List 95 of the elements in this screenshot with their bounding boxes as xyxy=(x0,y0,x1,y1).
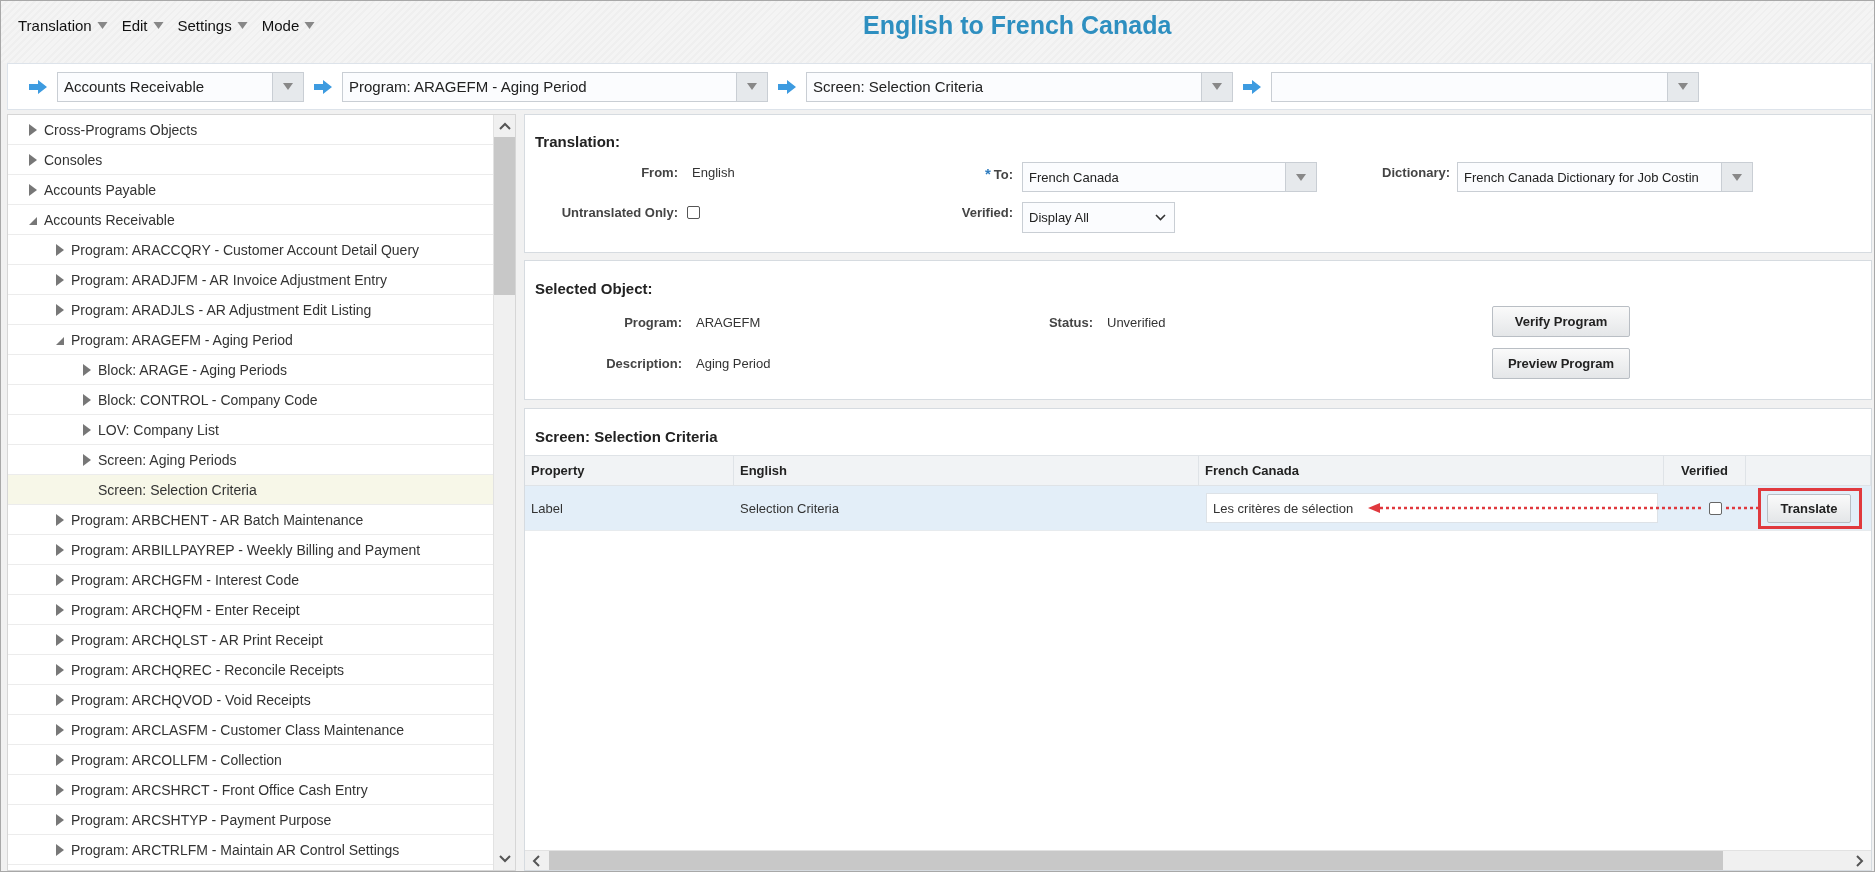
menu-item[interactable]: Translation xyxy=(18,17,108,34)
dropdown-button[interactable] xyxy=(1667,72,1698,101)
dropdown-field[interactable]: Accounts Receivable xyxy=(57,71,304,102)
tree-item[interactable]: Program: ARCLASFM - Customer Class Maintenance xyxy=(8,715,493,745)
tree-item[interactable]: LOV: Company List xyxy=(8,415,493,445)
leader-line xyxy=(1726,506,1758,510)
section-title: Selected Object: xyxy=(535,280,654,297)
tree-item[interactable]: Program: ARACCQRY - Customer Account Detail Query xyxy=(8,235,493,265)
dropdown-button[interactable] xyxy=(736,72,767,101)
tree-item[interactable]: Program: ARCHQVOD - Void Receipts xyxy=(8,685,493,715)
scroll-up-icon xyxy=(498,122,511,130)
scrollbar[interactable] xyxy=(493,115,515,870)
table-row[interactable]: Label Selection Criteria Les critères de sélection Translate xyxy=(525,486,1871,531)
menu-item[interactable]: Settings xyxy=(177,17,248,34)
dropdown-button[interactable] xyxy=(1721,163,1752,191)
caret-icon xyxy=(152,22,164,29)
section-title: Screen: Selection Criteria xyxy=(534,428,719,445)
field-label: From: xyxy=(640,164,678,182)
tree-item[interactable]: Program: ARCTRLFM - Maintain AR Control Settings xyxy=(8,835,493,865)
dropdown-field[interactable]: French Canada xyxy=(1022,162,1317,192)
tree-item[interactable]: Program: ARCSHRCT - Front Office Cash Entry xyxy=(8,775,493,805)
caret-icon xyxy=(1296,173,1306,181)
checkbox[interactable] xyxy=(1708,501,1722,515)
caret-icon xyxy=(96,22,108,29)
field-label: Untranslated Only: xyxy=(560,204,678,222)
tree-item[interactable]: Program: ARCHQLST - AR Print Receipt xyxy=(8,625,493,655)
field-label: Program: xyxy=(623,314,682,332)
scroll-thumb[interactable] xyxy=(549,851,1723,870)
tree-item[interactable]: Accounts Payable xyxy=(8,175,493,205)
caret-icon xyxy=(304,22,316,29)
scrollbar[interactable] xyxy=(525,850,1871,870)
field-label: Status: xyxy=(1047,314,1093,332)
scroll-down-icon xyxy=(498,855,511,863)
action-button[interactable]: Verify Program xyxy=(1492,306,1630,337)
tree-item[interactable]: Program: ARBILLPAYREP - Weekly Billing and Payment xyxy=(8,535,493,565)
translate-button[interactable]: Translate xyxy=(1767,493,1851,523)
column-header: Property xyxy=(525,456,734,485)
tree-item[interactable]: Consoles xyxy=(8,145,493,175)
field-label: Dictionary: xyxy=(1381,164,1450,182)
field-value: ARAGEFM xyxy=(695,314,762,332)
field-value: English xyxy=(691,164,736,182)
field-value: Aging Period xyxy=(695,355,772,373)
action-button[interactable]: Preview Program xyxy=(1492,348,1630,379)
tree-item[interactable]: Program: ARCHQREC - Reconcile Receipts xyxy=(8,655,493,685)
caret-icon xyxy=(1732,173,1742,181)
menu-item[interactable]: Edit xyxy=(121,17,164,34)
required-marker: * xyxy=(984,165,991,182)
scroll-thumb[interactable] xyxy=(494,137,515,295)
arrow-icon xyxy=(29,79,47,94)
tree-item[interactable]: Program: ARBCHENT - AR Batch Maintenance xyxy=(8,505,493,535)
caret-icon xyxy=(1678,83,1688,90)
tree-item[interactable]: Program: ARCOLLFM - Collection xyxy=(8,745,493,775)
dropdown-field[interactable] xyxy=(1271,71,1699,102)
arrow-icon xyxy=(1243,79,1261,94)
scroll-right-icon xyxy=(1856,854,1864,867)
tree-item[interactable]: Screen: Selection Criteria xyxy=(8,475,493,505)
field-label: Description: xyxy=(605,355,682,373)
tree-item[interactable]: Block: CONTROL - Company Code xyxy=(8,385,493,415)
dropdown-field[interactable]: French Canada Dictionary for Job Costin xyxy=(1457,162,1753,192)
field-label: Verified: xyxy=(960,204,1013,222)
tree-item[interactable]: Program: ARADJLS - AR Adjustment Edit Listing xyxy=(8,295,493,325)
arrow-icon xyxy=(778,79,796,94)
dropdown-field[interactable]: Screen: Selection Criteria xyxy=(806,71,1233,102)
scroll-left-icon xyxy=(532,854,540,867)
checkbox[interactable] xyxy=(687,206,700,219)
menu-item[interactable]: Mode xyxy=(261,17,316,34)
section-title: Translation: xyxy=(535,133,621,150)
tree-item[interactable]: Block: ARAGE - Aging Periods xyxy=(8,355,493,385)
select-field[interactable]: Display All xyxy=(1022,202,1175,233)
field-label: To: xyxy=(993,167,1013,182)
field-value: Unverified xyxy=(1106,314,1167,332)
tree-item[interactable]: Program: ARADJFM - AR Invoice Adjustment Entry xyxy=(8,265,493,295)
tree-item[interactable]: Program: ARCSHTYP - Payment Purpose xyxy=(8,805,493,835)
chevron-icon xyxy=(1155,214,1166,221)
caret-icon xyxy=(283,83,293,90)
arrow-icon xyxy=(314,79,332,94)
tree-item[interactable]: Cross-Programs Objects xyxy=(8,115,493,145)
table-cell-text: Selection Criteria xyxy=(739,499,840,518)
tree-item[interactable]: Program: ARCHQFM - Enter Receipt xyxy=(8,595,493,625)
column-header: Verified xyxy=(1664,456,1746,485)
column-header: French Canada xyxy=(1199,456,1664,485)
column-header: English xyxy=(734,456,1199,485)
dropdown-field[interactable]: Program: ARAGEFM - Aging Period xyxy=(342,71,768,102)
dropdown-button[interactable] xyxy=(1285,163,1316,191)
dropdown-button[interactable] xyxy=(1201,72,1232,101)
tree-item[interactable]: Accounts Receivable xyxy=(8,205,493,235)
table-cell-text: Label xyxy=(530,499,564,518)
tree-item[interactable]: Program: ARCHGFM - Interest Code xyxy=(8,565,493,595)
caret-icon xyxy=(747,83,757,90)
caret-icon xyxy=(1212,83,1222,90)
dropdown-button[interactable] xyxy=(272,72,303,101)
text-field: Les critères de sélection xyxy=(1206,493,1658,523)
window-title: English to French Canada xyxy=(863,10,1172,40)
tree-item[interactable]: Program: ARAGEFM - Aging Period xyxy=(8,325,493,355)
caret-icon xyxy=(236,22,248,29)
